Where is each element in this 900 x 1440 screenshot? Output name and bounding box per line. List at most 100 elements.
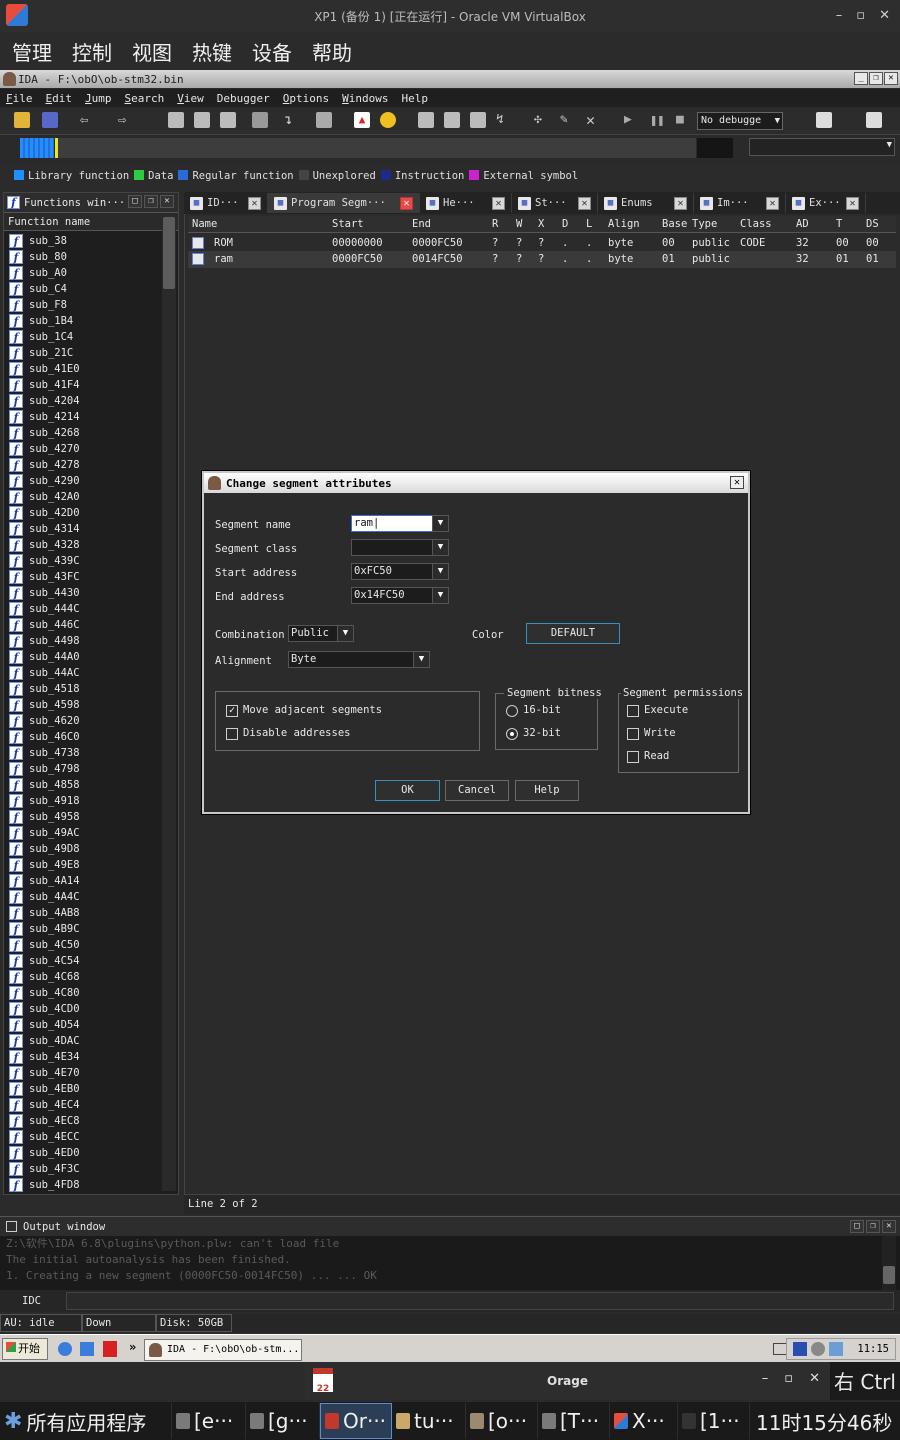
stop-icon[interactable]: ■ — [676, 112, 692, 128]
chevron-down-icon[interactable]: ▼ — [337, 625, 354, 642]
code-icon[interactable] — [168, 112, 184, 128]
function-list-item[interactable]: f sub_4430 — [4, 585, 160, 601]
disable-addresses-checkbox[interactable] — [226, 728, 238, 740]
quicklaunch-icon[interactable] — [80, 1342, 94, 1356]
chevron-down-icon[interactable]: ▼ — [432, 563, 449, 580]
write-checkbox[interactable] — [627, 728, 639, 740]
panel-float-icon[interactable]: □ — [128, 195, 142, 208]
chevron-down-icon[interactable]: ▼ — [432, 515, 449, 532]
column-header[interactable]: Name — [192, 218, 217, 230]
function-list-item[interactable]: f sub_4918 — [4, 793, 160, 809]
windows-icon[interactable] — [816, 112, 832, 128]
ida-minimize-icon[interactable]: _ — [854, 72, 868, 85]
tray-icon[interactable] — [829, 1342, 843, 1356]
back-arrow-icon[interactable]: ⇦ — [80, 112, 96, 128]
panel-restore-icon[interactable]: ❐ — [144, 195, 158, 208]
menu-search[interactable]: Search — [125, 92, 165, 105]
function-list-item[interactable]: f sub_4278 — [4, 457, 160, 473]
data-icon[interactable] — [194, 112, 210, 128]
menu-windows[interactable]: Windows — [342, 92, 388, 105]
function-list-item[interactable]: f sub_4270 — [4, 441, 160, 457]
menu-options[interactable]: Options — [283, 92, 329, 105]
column-header[interactable]: R — [492, 218, 498, 230]
function-list-item[interactable]: f sub_4314 — [4, 521, 160, 537]
function-list-item[interactable]: f sub_4328 — [4, 537, 160, 553]
host-menu-manage[interactable]: 管理 — [12, 37, 52, 66]
tab-enums[interactable]: ▦ Enums ✕ — [598, 193, 694, 213]
function-list-item[interactable]: f sub_4204 — [4, 393, 160, 409]
xref-icon[interactable]: ↯ — [496, 112, 512, 128]
ida-close-icon[interactable]: ✕ — [884, 72, 898, 85]
function-list-item[interactable]: f sub_4620 — [4, 713, 160, 729]
menu-jump[interactable]: Jump — [85, 92, 112, 105]
menu-help[interactable]: Help — [401, 92, 428, 105]
function-list-item[interactable]: f sub_4C50 — [4, 937, 160, 953]
minimize-icon[interactable]: – — [762, 1371, 769, 1386]
function-list-item[interactable]: f sub_C4 — [4, 281, 160, 297]
function-name-column-header[interactable]: Function name — [4, 213, 178, 231]
dialog-close-icon[interactable]: ✕ — [730, 476, 744, 489]
color-button[interactable]: DEFAULT — [526, 623, 620, 644]
column-header[interactable]: End — [412, 218, 431, 230]
tab-imports[interactable]: ▦ Im··· ✕ — [694, 193, 786, 213]
function-list-item[interactable]: f sub_4290 — [4, 473, 160, 489]
function-list-item[interactable]: f sub_4798 — [4, 761, 160, 777]
text-icon[interactable] — [220, 112, 236, 128]
maximize-icon[interactable]: ▫ — [784, 1371, 793, 1386]
play-icon[interactable]: ▶ — [624, 112, 640, 128]
function-list-item[interactable]: f sub_4268 — [4, 425, 160, 441]
tab-close-icon[interactable]: ✕ — [400, 196, 413, 210]
alignment-combo[interactable]: Byte ▼ — [288, 651, 430, 668]
ie-icon[interactable] — [58, 1342, 72, 1356]
function-list-item[interactable]: f sub_4958 — [4, 809, 160, 825]
function-list-item[interactable]: f sub_4C68 — [4, 969, 160, 985]
column-header[interactable]: X — [538, 218, 544, 230]
scrollbar-thumb[interactable] — [163, 217, 175, 289]
menu-debugger[interactable]: Debugger — [217, 92, 270, 105]
panel-float-icon[interactable]: □ — [850, 1220, 864, 1233]
nav-band-unexplored[interactable] — [58, 138, 696, 158]
function-list-item[interactable]: f sub_4CD0 — [4, 1001, 160, 1017]
read-checkbox[interactable] — [627, 751, 639, 763]
column-header[interactable]: W — [516, 218, 522, 230]
function-list-item[interactable]: f sub_4B9C — [4, 921, 160, 937]
panel-close-icon[interactable]: ✕ — [882, 1220, 896, 1233]
warning-icon[interactable]: ▲ — [354, 112, 370, 128]
function-list-item[interactable]: f sub_4E34 — [4, 1049, 160, 1065]
debugger-select[interactable]: No debugge ▼ — [697, 112, 783, 130]
column-header[interactable]: L — [586, 218, 592, 230]
function-list-item[interactable]: f sub_4A4C — [4, 889, 160, 905]
function-list-item[interactable]: f sub_4EC4 — [4, 1097, 160, 1113]
menu-file[interactable]: File — [6, 92, 33, 105]
output-scrollbar[interactable] — [882, 1236, 896, 1290]
tab-hex-view[interactable]: ▦ He··· ✕ — [420, 193, 512, 213]
column-header[interactable]: AD — [796, 218, 809, 230]
function-list-item[interactable]: f sub_44AC — [4, 665, 160, 681]
function-list-item[interactable]: f sub_1C4 — [4, 329, 160, 345]
function-list-item[interactable]: f sub_21C — [4, 345, 160, 361]
function-list-item[interactable]: f sub_4518 — [4, 681, 160, 697]
panel-task[interactable]: tu··· — [392, 1403, 466, 1439]
function-list-item[interactable]: f sub_43FC — [4, 569, 160, 585]
column-header[interactable]: Class — [740, 218, 772, 230]
tab-close-icon[interactable]: ✕ — [766, 196, 779, 210]
function-list-item[interactable]: f sub_A0 — [4, 265, 160, 281]
panel-task[interactable]: [e··· — [172, 1403, 246, 1439]
function-list-item[interactable]: f sub_4C54 — [4, 953, 160, 969]
host-menu-control[interactable]: 控制 — [72, 37, 112, 66]
undefine-icon[interactable] — [252, 112, 268, 128]
host-menu-devices[interactable]: 设备 — [252, 37, 292, 66]
function-list-item[interactable]: f sub_41F4 — [4, 377, 160, 393]
segment-name-combo[interactable]: ram| ▼ — [351, 515, 449, 532]
search-icon[interactable] — [316, 112, 332, 128]
chevron-down-icon[interactable]: ▼ — [413, 651, 430, 668]
combination-combo[interactable]: Public ▼ — [288, 625, 354, 642]
tray-icon[interactable] — [811, 1342, 825, 1356]
tab-exports[interactable]: ▦ Ex··· ✕ — [786, 193, 866, 213]
function-list-item[interactable]: f sub_4DAC — [4, 1033, 160, 1049]
start-button[interactable]: 开始 — [2, 1337, 48, 1360]
host-menu-help[interactable]: 帮助 — [312, 37, 352, 66]
close-icon[interactable]: ✕ — [809, 1371, 820, 1386]
functions-scrollbar[interactable] — [162, 215, 176, 1191]
more-icon[interactable]: » — [129, 1340, 136, 1354]
